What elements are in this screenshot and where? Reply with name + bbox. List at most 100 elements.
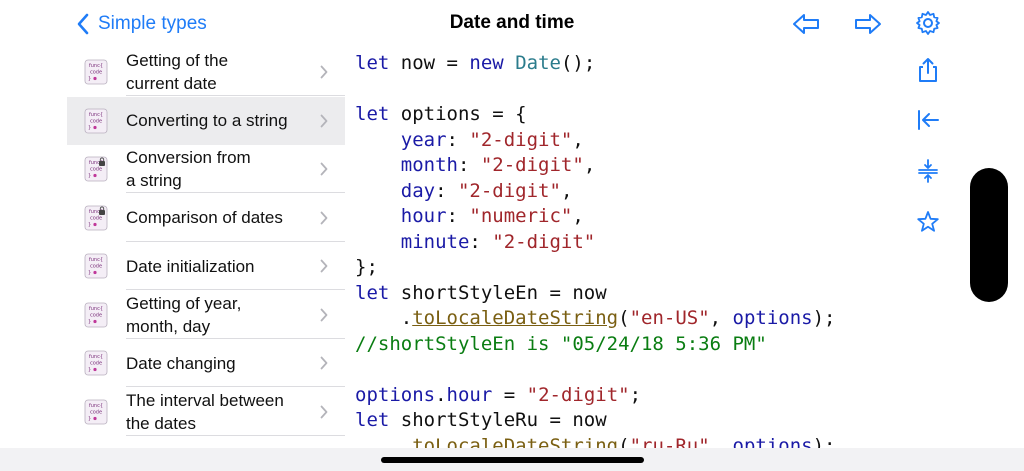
code-token: let [355,281,390,304]
code-line: let now = new Date(); [355,51,900,77]
sidebar-item[interactable]: func{code} The interval between the dates [67,388,345,436]
navigation-bar: Simple types Date and time [0,0,1024,48]
code-thumbnail-icon: func{code} [84,350,108,376]
svg-text:}: } [88,173,91,179]
svg-text:}: } [88,76,91,82]
gear-icon [916,11,940,35]
code-token: ( [618,434,630,449]
code-line: year: "2-digit", [355,128,900,154]
sidebar-item[interactable]: func{code} Date initialization [67,242,345,290]
code-token: hour [400,205,447,227]
share-button[interactable] [914,56,942,84]
home-indicator[interactable] [381,457,644,463]
code-token: ); [812,307,836,329]
collapse-sidebar-button[interactable] [914,106,942,134]
code-token: . [435,383,447,406]
code-token: : [457,154,481,176]
code-line: .toLocaleDateString("ru-Ru", options); [355,434,900,449]
code-line: options.hour = "2-digit"; [355,383,900,409]
sidebar-item-label: Comparison of dates [126,208,283,227]
svg-text:code: code [90,167,102,173]
svg-text:}: } [88,270,91,276]
topic-list: func{code} Getting of the current date func… [67,48,345,448]
share-icon [919,58,937,82]
svg-text:}: } [88,125,91,131]
code-doc-link[interactable]: toLocaleDateString [412,435,618,449]
svg-text:func{: func{ [89,63,103,69]
chevron-left-icon [77,13,89,35]
chevron-right-icon [320,65,328,79]
forward-arrow-icon [855,14,881,34]
code-token: day [400,179,436,202]
favorite-button[interactable] [914,208,942,236]
sidebar-item[interactable]: func{code} Conversion from a string [67,145,345,193]
code-thumbnail-icon: func{code} [84,253,108,279]
svg-text:}: } [88,416,91,422]
code-token: //shortStyleEn is "05/24/18 5:36 PM" [355,332,767,355]
svg-text:func{: func{ [89,403,103,409]
code-token: let [355,409,390,431]
code-token: minute [400,230,470,253]
code-token: ( [618,307,630,329]
code-thumbnail-icon: func{code} [84,302,108,327]
settings-button[interactable] [914,9,942,37]
svg-text:code: code [90,215,102,221]
sidebar-item-label: The interval between the dates [126,390,284,433]
code-line: let shortStyleRu = now [355,408,900,434]
code-token: (); [560,52,596,74]
svg-text:code: code [90,312,102,318]
code-token: year [400,128,447,151]
code-token: shortStyleEn = now [389,281,607,304]
code-token: options = { [389,103,527,125]
sidebar-item-label: Getting of the current date [126,51,229,93]
back-arrow-icon [793,14,819,34]
previous-page-button[interactable] [790,9,822,39]
svg-text:func{: func{ [89,306,103,312]
svg-text:func{: func{ [89,354,103,360]
code-token: "numeric" [469,205,573,227]
back-button[interactable]: Simple types [76,10,207,38]
code-token: , [560,179,573,202]
code-token: }; [355,256,378,278]
code-token: shortStyleRu = now [389,409,607,431]
sidebar-item-label: Getting of year, month, day [126,293,242,336]
sidebar-item[interactable]: func{code} Converting to a string [67,96,345,145]
code-token: options [732,307,813,329]
code-token: let [355,52,390,74]
sidebar-item[interactable]: func{code} Getting of year, month, day [67,291,345,339]
svg-text:code: code [90,118,102,124]
code-token: : [469,230,493,253]
code-token: "2-digit" [526,383,630,406]
chevron-right-icon [320,162,328,176]
svg-text:}: } [88,367,91,373]
code-doc-link[interactable]: toLocaleDateString [412,307,618,329]
side-drag-handle[interactable] [970,168,1008,302]
code-token: , [572,205,584,227]
locked-code-thumbnail-icon: func{code} [84,156,108,182]
code-line: month: "2-digit", [355,153,900,179]
row-separator [126,434,345,436]
sidebar-item[interactable]: func{code} Comparison of dates [67,194,345,242]
chevron-right-icon [320,259,328,273]
svg-text:func{: func{ [89,257,103,263]
next-page-button[interactable] [852,9,884,39]
sidebar-item[interactable]: func{code} Getting of the current date [67,48,345,96]
sidebar-item[interactable]: func{code} Date changing [67,339,345,387]
chevron-right-icon [320,211,328,224]
code-token: "en-US" [629,307,710,329]
fold-button[interactable] [914,157,942,185]
code-token: : [446,205,470,227]
code-line: let shortStyleEn = now [355,281,900,307]
code-token: , [583,154,596,176]
code-token: : [435,179,458,202]
code-line: hour: "numeric", [355,204,900,230]
svg-text:}: } [88,222,91,228]
